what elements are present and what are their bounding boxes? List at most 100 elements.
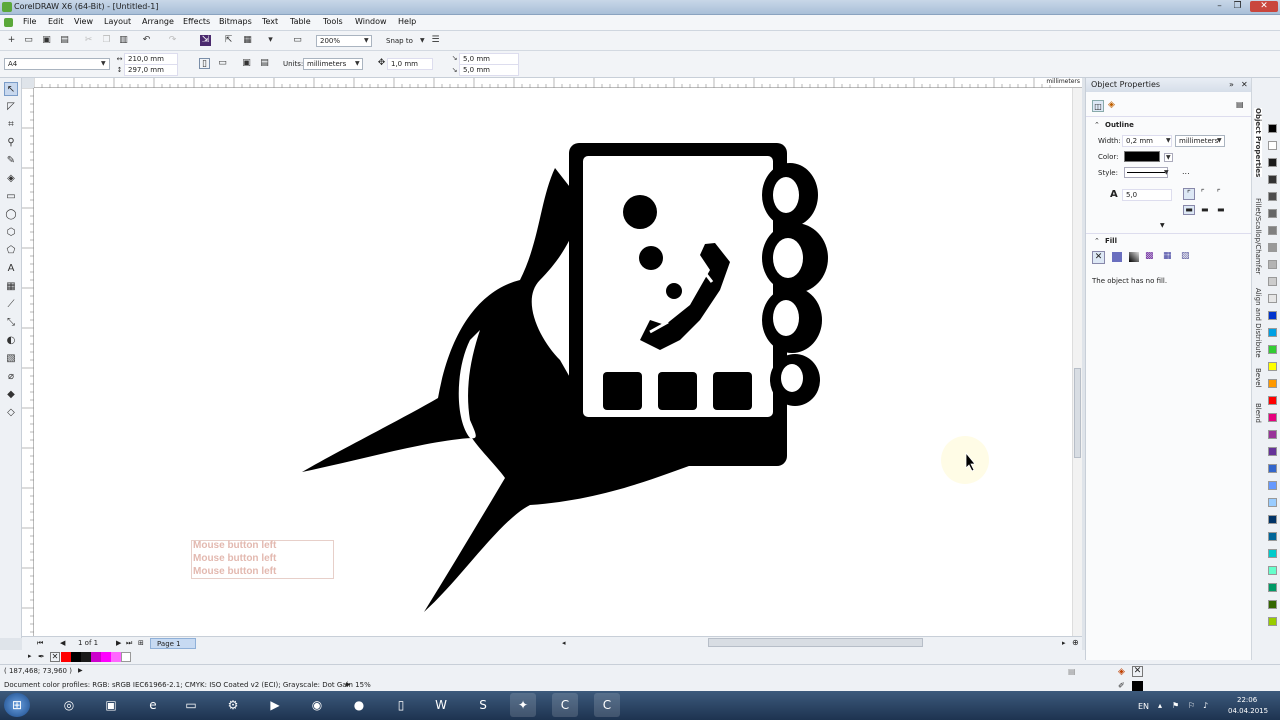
undo-icon[interactable]: ↶: [141, 35, 152, 46]
tab-object-properties[interactable]: Object Properties: [1254, 108, 1262, 178]
connect-icon[interactable]: C: [594, 693, 620, 717]
palette-color-swatch[interactable]: [1268, 124, 1277, 133]
menu-layout[interactable]: Layout: [104, 17, 131, 26]
clock-time[interactable]: 22:06: [1237, 696, 1257, 704]
options-icon[interactable]: ☰: [430, 35, 441, 46]
fill-tab-icon[interactable]: ◈: [1108, 100, 1115, 110]
smart-fill-tool-icon[interactable]: ◈: [4, 172, 18, 186]
palette-color-swatch[interactable]: [1268, 515, 1277, 524]
color-swatch[interactable]: [121, 652, 131, 662]
palette-color-swatch[interactable]: [1268, 566, 1277, 575]
color-swatch[interactable]: [111, 652, 121, 662]
expand-more-icon[interactable]: ▼: [1160, 222, 1165, 229]
table-tool-icon[interactable]: ▦: [4, 280, 18, 294]
outline-tab-icon[interactable]: ◫: [1092, 100, 1104, 112]
palette-color-swatch[interactable]: [1268, 311, 1277, 320]
palette-menu-icon[interactable]: ▸: [28, 652, 32, 660]
prev-page-icon[interactable]: ◀: [60, 639, 65, 647]
status-options-icon[interactable]: ▤: [1068, 667, 1076, 676]
outline-width-select[interactable]: 0,2 mm: [1122, 135, 1172, 147]
add-page-icon[interactable]: ⊞: [138, 639, 144, 647]
miter-corner-icon[interactable]: ⌜: [1183, 188, 1195, 200]
print-icon[interactable]: ▤: [59, 35, 70, 46]
menu-effects[interactable]: Effects: [183, 17, 210, 26]
palette-color-swatch[interactable]: [1268, 498, 1277, 507]
scroll-right-icon[interactable]: ▸: [1062, 639, 1066, 647]
minimize-button[interactable]: –: [1212, 1, 1227, 12]
eyedropper-tool-icon[interactable]: ⌀: [4, 370, 18, 384]
postscript-fill-icon[interactable]: ▧: [1181, 251, 1190, 261]
ellipse-tool-icon[interactable]: ◯: [4, 208, 18, 222]
outline-style-select[interactable]: [1124, 167, 1168, 178]
palette-color-swatch[interactable]: [1268, 175, 1277, 184]
menu-help[interactable]: Help: [398, 17, 416, 26]
copy-icon[interactable]: ❐: [101, 35, 112, 46]
color-swatch[interactable]: [101, 652, 111, 662]
palette-color-swatch[interactable]: [1268, 158, 1277, 167]
export-icon[interactable]: ⇱: [223, 35, 234, 46]
freehand-tool-icon[interactable]: ✎: [4, 154, 18, 168]
navigator-icon[interactable]: ⊕: [1072, 638, 1079, 647]
scroll-left-icon[interactable]: ◂: [562, 639, 566, 647]
publish-pdf-icon[interactable]: ▦: [242, 35, 253, 46]
docker-expand-icon[interactable]: »: [1229, 80, 1234, 89]
pick-tool-icon[interactable]: ↖: [4, 82, 18, 96]
portrait-icon[interactable]: ▯: [199, 58, 210, 69]
document-app-icon[interactable]: ▯: [388, 693, 414, 717]
menu-bitmaps[interactable]: Bitmaps: [219, 17, 252, 26]
redo-icon[interactable]: ↷: [167, 35, 178, 46]
no-fill-icon[interactable]: ✕: [1092, 251, 1105, 264]
last-page-icon[interactable]: ⏭: [126, 639, 132, 648]
tray-chevron-icon[interactable]: ▴: [1158, 701, 1162, 710]
polygon-tool-icon[interactable]: ⬡: [4, 226, 18, 240]
fill-tool-icon[interactable]: ◆: [4, 388, 18, 402]
interactive-fill-tool-icon[interactable]: ◇: [4, 406, 18, 420]
palette-color-swatch[interactable]: [1268, 294, 1277, 303]
menu-file[interactable]: File: [23, 17, 36, 26]
blend-tool-icon[interactable]: ◐: [4, 334, 18, 348]
menu-window[interactable]: Window: [355, 17, 387, 26]
volume-icon[interactable]: ♪: [1203, 701, 1208, 710]
butt-cap-icon[interactable]: ▬: [1183, 205, 1195, 215]
restore-button[interactable]: ❐: [1230, 1, 1245, 12]
round-cap-icon[interactable]: ▬: [1201, 205, 1209, 214]
vertical-scroll-thumb[interactable]: [1074, 368, 1081, 458]
palette-color-swatch[interactable]: [1268, 379, 1277, 388]
basic-shapes-tool-icon[interactable]: ⬠: [4, 244, 18, 258]
coreldraw-taskbar-icon[interactable]: ✦: [510, 693, 536, 717]
hand-holding-phone-drawing[interactable]: [34, 88, 1072, 636]
snap-to-button[interactable]: Snap to: [386, 37, 413, 45]
units-select[interactable]: millimeters: [303, 58, 363, 70]
color-profiles-info[interactable]: Document color profiles: RGB: sRGB IEC61…: [4, 681, 371, 689]
page-height-field[interactable]: 297,0 mm: [124, 64, 178, 76]
paste-icon[interactable]: ▥: [118, 35, 129, 46]
collapse-icon[interactable]: ⌃: [1094, 237, 1100, 245]
palette-color-swatch[interactable]: [1268, 209, 1277, 218]
palette-color-swatch[interactable]: [1268, 481, 1277, 490]
flag-icon[interactable]: ⚐: [1188, 701, 1195, 710]
uniform-fill-icon[interactable]: [1112, 252, 1122, 262]
palette-color-swatch[interactable]: [1268, 532, 1277, 541]
close-button[interactable]: ✕: [1250, 1, 1278, 12]
palette-color-swatch[interactable]: [1268, 549, 1277, 558]
chevron-down-icon[interactable]: ▼: [1164, 153, 1173, 162]
outline-color-picker[interactable]: [1124, 151, 1160, 162]
vertical-ruler[interactable]: [22, 87, 34, 636]
color-swatch[interactable]: [81, 652, 91, 662]
docker-close-icon[interactable]: ✕: [1241, 80, 1248, 89]
style-settings-button[interactable]: ...: [1182, 167, 1190, 176]
palette-color-swatch[interactable]: [1268, 328, 1277, 337]
menu-table[interactable]: Table: [290, 17, 311, 26]
horizontal-scroll-thumb[interactable]: [708, 638, 923, 647]
zoom-tool-icon[interactable]: ⚲: [4, 136, 18, 150]
app-icon[interactable]: ◉: [304, 693, 330, 717]
start-button[interactable]: ⊞: [4, 693, 30, 717]
chrome-icon[interactable]: ◎: [56, 693, 82, 717]
vertical-scrollbar[interactable]: [1072, 88, 1082, 636]
clock-date[interactable]: 04.04.2015: [1228, 707, 1268, 715]
media-player-icon[interactable]: ▶: [262, 693, 288, 717]
page-tab[interactable]: Page 1: [150, 638, 196, 649]
dimension-tool-icon[interactable]: ⟋: [4, 298, 18, 312]
palette-color-swatch[interactable]: [1268, 396, 1277, 405]
status-expand-icon[interactable]: ▶: [78, 667, 83, 674]
